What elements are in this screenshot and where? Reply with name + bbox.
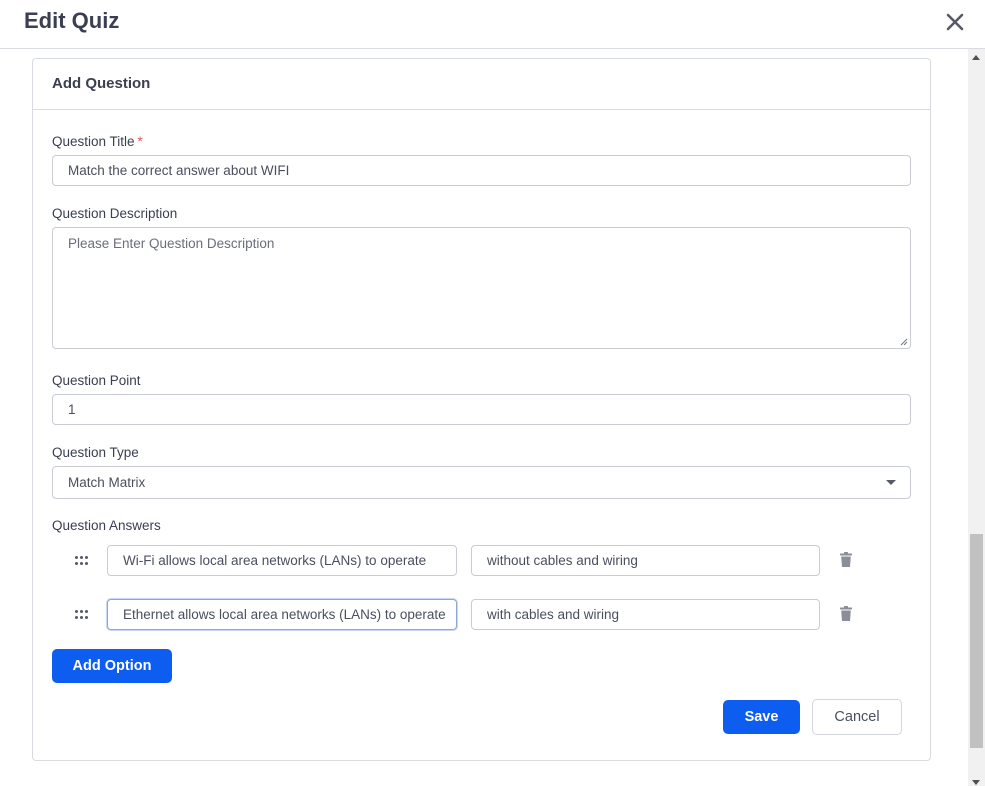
resize-grip-icon[interactable] (900, 338, 908, 346)
question-type-select[interactable]: Match Matrix (52, 466, 911, 499)
drag-handle-icon[interactable] (75, 610, 91, 620)
chevron-down-icon (886, 480, 896, 485)
answer-right-input[interactable]: with cables and wiring (471, 599, 820, 630)
trash-icon[interactable] (840, 552, 852, 567)
question-answers-label: Question Answers (52, 518, 161, 533)
save-button[interactable]: Save (723, 700, 800, 734)
question-type-selected: Match Matrix (68, 475, 146, 490)
question-type-label: Question Type (52, 445, 139, 460)
answer-left-input[interactable]: Ethernet allows local area networks (LAN… (107, 599, 457, 630)
question-description-placeholder: Please Enter Question Description (68, 236, 275, 251)
scroll-up-arrow-icon[interactable] (972, 55, 980, 60)
question-title-label: Question Title * (52, 134, 143, 149)
trash-icon[interactable] (840, 606, 852, 621)
scroll-down-arrow-icon[interactable] (972, 780, 980, 785)
modal-header: Edit Quiz (0, 0, 985, 49)
required-mark: * (137, 134, 143, 149)
add-option-button[interactable]: Add Option (52, 649, 172, 683)
scrollbar-thumb[interactable] (970, 534, 983, 748)
question-description-label: Question Description (52, 206, 178, 221)
modal-title: Edit Quiz (24, 8, 120, 33)
question-point-label: Question Point (52, 373, 141, 388)
question-title-label-text: Question Title (52, 134, 135, 149)
close-icon[interactable] (942, 9, 968, 35)
cancel-button[interactable]: Cancel (812, 699, 902, 735)
question-point-input[interactable]: 1 (52, 394, 911, 425)
answer-right-input[interactable]: without cables and wiring (471, 545, 820, 576)
card-header: Add Question (33, 59, 930, 110)
drag-handle-icon[interactable] (75, 556, 91, 566)
card-title: Add Question (52, 75, 151, 92)
answer-left-input[interactable]: Wi-Fi allows local area networks (LANs) … (107, 545, 457, 576)
question-description-textarea[interactable]: Please Enter Question Description (52, 227, 911, 349)
question-title-input[interactable]: Match the correct answer about WIFI (52, 155, 911, 186)
